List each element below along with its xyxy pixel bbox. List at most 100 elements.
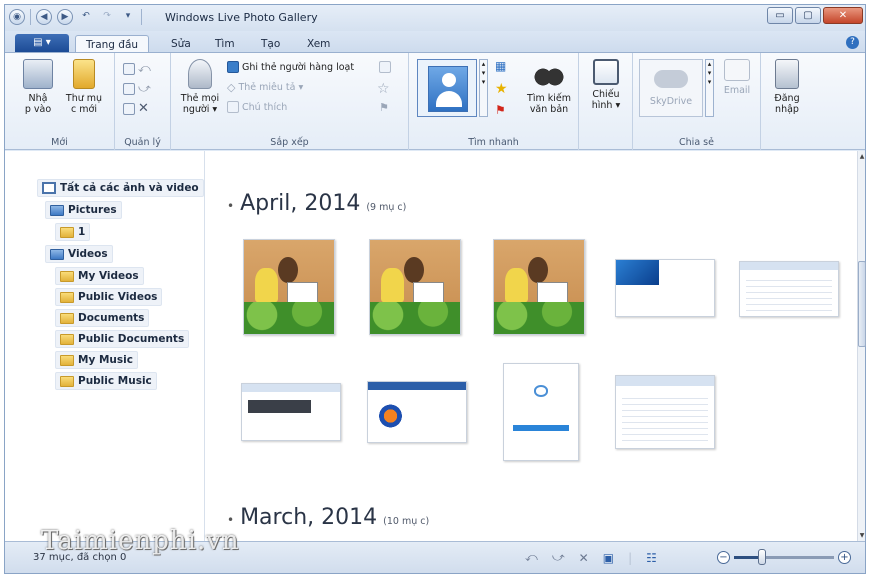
sign-in-icon	[775, 59, 799, 89]
group-label-timnhanh: Tìm nhanh	[468, 137, 519, 148]
close-button[interactable]: ✕	[823, 7, 863, 24]
skydrive-cloud-icon	[654, 70, 688, 88]
manage-row-2: ⤻	[123, 81, 151, 96]
minimize-button[interactable]: ▭	[767, 7, 793, 24]
flag-button[interactable]: ⚑	[379, 101, 389, 114]
delete-icon[interactable]: ✕	[138, 101, 149, 116]
rotate-left-icon[interactable]: ⤺	[525, 550, 538, 565]
undo-icon[interactable]: ↶	[78, 9, 94, 25]
gallery-scroll[interactable]: ▴ ▾ ▾	[479, 59, 488, 117]
tree-item-folder-1[interactable]: 1	[55, 223, 91, 241]
tree-label: My Music	[78, 354, 133, 366]
screenshot-thumbnail[interactable]	[241, 383, 341, 441]
screenshot-thumbnail[interactable]	[615, 259, 715, 317]
geotag-button[interactable]	[379, 61, 391, 73]
tree-item-pictures[interactable]: Pictures	[45, 201, 122, 219]
share-gallery[interactable]: SkyDrive	[639, 59, 703, 117]
batch-tag-button[interactable]: Ghi thẻ người hàng loạt	[227, 61, 354, 73]
window-title: Windows Live Photo Gallery	[165, 11, 318, 24]
select-all-icon[interactable]	[123, 62, 135, 75]
sign-in-button[interactable]: Đăng nhập	[767, 59, 807, 115]
zoom-slider[interactable]	[734, 549, 834, 565]
tree-item-my-music[interactable]: My Music	[55, 351, 138, 369]
group-header-march[interactable]: • March, 2014 (10 mụ c)	[227, 505, 429, 530]
tab-tim[interactable]: Tìm	[205, 35, 245, 53]
filter-date-button[interactable]: ▦	[495, 59, 506, 73]
thumbnail-view: • April, 2014 (9 mụ c) • March, 2014 (10…	[205, 151, 857, 541]
separator: |	[628, 550, 633, 565]
copy-icon[interactable]	[123, 82, 135, 95]
binoculars-icon	[534, 59, 564, 89]
pictures-folder-icon	[50, 204, 64, 216]
redo-icon[interactable]: ↷	[99, 9, 115, 25]
back-icon[interactable]: ◀	[36, 9, 52, 25]
tab-trang-dau[interactable]: Trang đầu	[75, 35, 150, 53]
new-folder-button[interactable]: Thư mụ c mới	[65, 59, 103, 115]
share-gallery-scroll[interactable]: ▴ ▾ ▾	[705, 59, 714, 117]
rating-button[interactable]: ☆	[377, 81, 390, 97]
zoom-slider-handle[interactable]	[758, 549, 766, 565]
describe-tag-button[interactable]: ◇ Thẻ miêu tả ▾	[227, 81, 303, 94]
tab-sua[interactable]: Sửa	[161, 35, 201, 53]
photo-thumbnail[interactable]	[369, 239, 461, 335]
tree-item-videos[interactable]: Videos	[45, 245, 113, 263]
tree-item-public-music[interactable]: Public Music	[55, 372, 157, 390]
ribbon-group-sapxep: Thẻ mọi người ▾ Ghi thẻ người hàng loạt …	[171, 53, 409, 150]
ribbon-group-timnhanh: ▴ ▾ ▾ ▦ ★ ⚑ Tìm kiếm văn bản Tìm nhanh	[409, 53, 579, 150]
screenshot-thumbnail[interactable]	[615, 375, 715, 449]
tree-label: Tất cả các ảnh và video	[60, 182, 199, 194]
slideshow-button[interactable]: Chiếu hình ▾	[585, 59, 627, 111]
tree-item-public-documents[interactable]: Public Documents	[55, 330, 190, 348]
tree-item-my-videos[interactable]: My Videos	[55, 267, 144, 285]
find-text-button[interactable]: Tìm kiếm văn bản	[525, 59, 573, 115]
group-count: (9 mụ c)	[366, 202, 407, 213]
tab-xem[interactable]: Xem	[297, 35, 340, 53]
forward-icon[interactable]: ▶	[57, 9, 73, 25]
scroll-thumb[interactable]	[858, 261, 866, 347]
tag-people-button[interactable]: Thẻ mọi người ▾	[177, 59, 223, 115]
rotate-right-icon[interactable]: ⤻	[138, 81, 151, 96]
screenshot-thumbnail[interactable]	[503, 363, 579, 461]
filter-rating-button[interactable]: ★	[495, 81, 508, 97]
file-menu-button[interactable]: ▤ ▾	[15, 34, 69, 52]
caption-button[interactable]: Chú thích	[227, 101, 287, 113]
manage-row-3: ✕	[123, 101, 149, 116]
describe-tag-label: Thẻ miêu tả ▾	[238, 82, 304, 93]
scroll-down-icon[interactable]: ▼	[858, 532, 866, 539]
rotate-right-icon[interactable]: ⤻	[552, 550, 565, 565]
import-button[interactable]: Nhậ p vào	[19, 59, 57, 115]
delete-icon[interactable]: ✕	[579, 551, 589, 565]
tree-label: My Videos	[78, 270, 139, 282]
details-view-icon[interactable]: ☷	[646, 551, 657, 565]
screenshot-thumbnail[interactable]	[739, 261, 839, 317]
slideshow-icon[interactable]: ▣	[603, 551, 614, 565]
ribbon-tabs: ▤ ▾ Trang đầu Sửa Tìm Tạo Xem ?	[5, 31, 865, 53]
qat-menu-icon[interactable]: ▾	[120, 9, 136, 25]
group-label-chiase: Chia sẻ	[679, 137, 714, 148]
properties-icon[interactable]	[123, 102, 135, 115]
group-header-april[interactable]: • April, 2014 (9 mụ c)	[227, 191, 406, 216]
tree-item-public-videos[interactable]: Public Videos	[55, 288, 163, 306]
email-button[interactable]: Email	[719, 59, 755, 96]
screenshot-thumbnail[interactable]	[367, 381, 467, 443]
tree-item-documents[interactable]: Documents	[55, 309, 150, 327]
separator	[141, 9, 142, 25]
scroll-up-icon[interactable]: ▲	[858, 153, 866, 160]
tree-item-all-photos[interactable]: Tất cả các ảnh và video	[37, 179, 204, 197]
zoom-in-button[interactable]: +	[838, 551, 851, 564]
photo-thumbnail[interactable]	[243, 239, 335, 335]
help-icon[interactable]: ?	[846, 36, 859, 49]
find-text-label: Tìm kiếm văn bản	[527, 93, 571, 115]
zoom-out-button[interactable]: −	[717, 551, 730, 564]
rotate-left-icon[interactable]: ⤺	[138, 61, 151, 76]
maximize-button[interactable]: ▢	[795, 7, 821, 24]
people-gallery[interactable]	[417, 59, 477, 117]
status-text: 37 mục, đã chọn 0	[33, 552, 127, 563]
app-icon[interactable]: ◉	[9, 9, 25, 25]
photo-thumbnail[interactable]	[493, 239, 585, 335]
collapse-bullet-icon: •	[227, 513, 235, 527]
vertical-scrollbar[interactable]: ▲ ▼	[857, 151, 866, 541]
tab-tao[interactable]: Tạo	[251, 35, 290, 53]
status-actions: ⤺ ⤻ ✕ ▣ | ☷	[525, 550, 657, 565]
filter-flag-button[interactable]: ⚑	[495, 103, 506, 117]
